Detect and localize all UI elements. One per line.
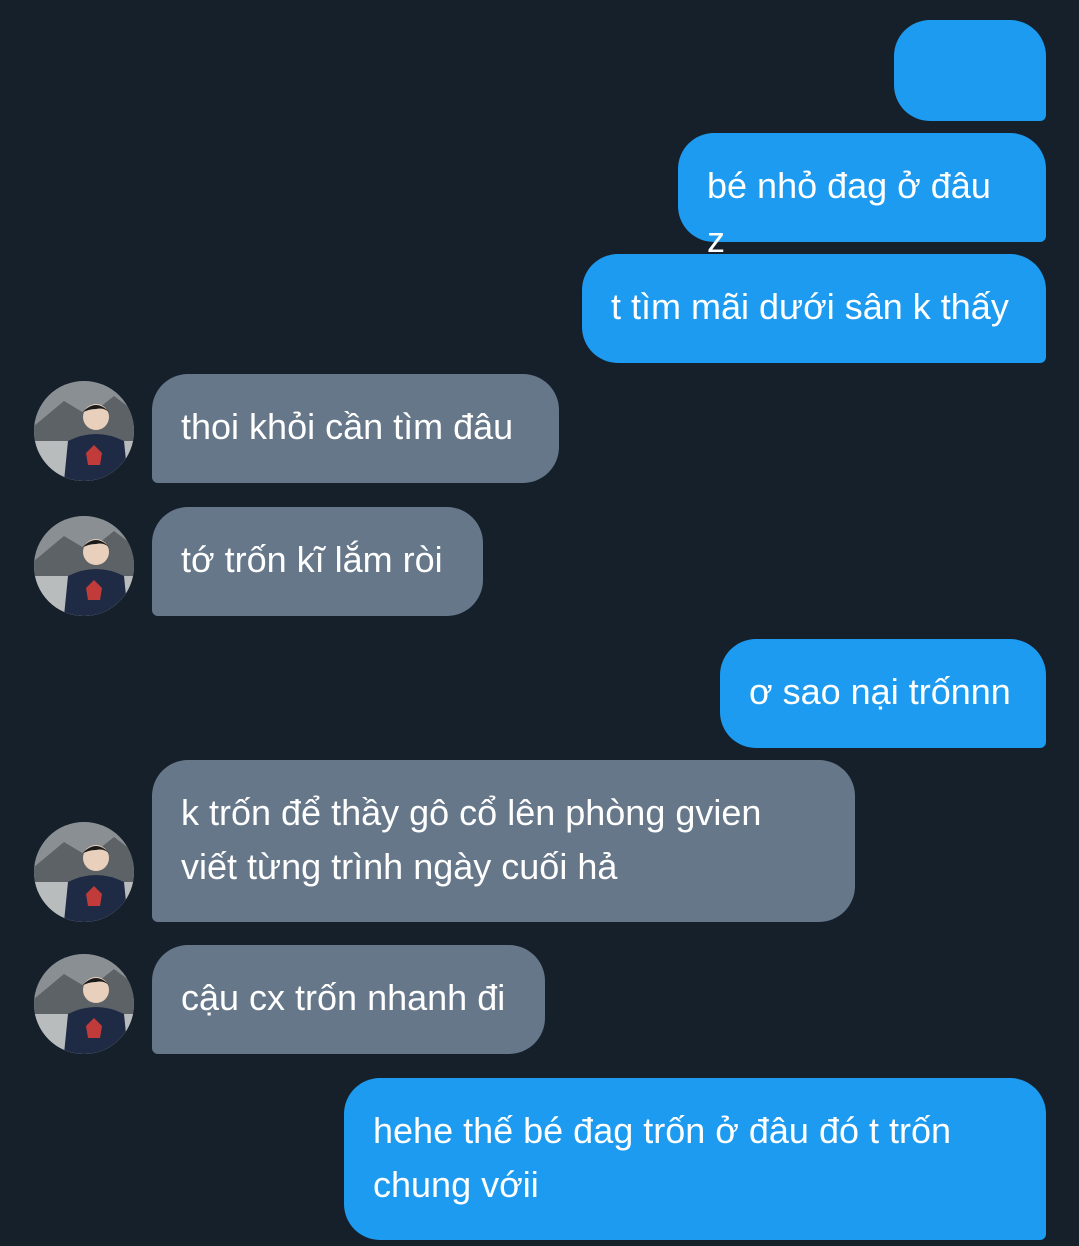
avatar-photo [34,516,134,616]
message-bubble-outgoing[interactable]: hehe thế bé đag trốn ở đâu đó t trốn chu… [344,1078,1046,1240]
message-bubble-incoming[interactable]: thoi khỏi cần tìm đâu [152,374,559,483]
message-bubble-incoming[interactable]: k trốn để thầy gô cổ lên phòng gvien viế… [152,760,855,922]
message-bubble-outgoing[interactable]: bé nhỏ đag ở đâu z [678,133,1046,260]
avatar-photo [34,954,134,1054]
message-bubble-incoming[interactable]: cậu cx trốn nhanh đi [152,945,545,1054]
message-bubble-outgoing[interactable]: ơ sao nại trốnnn [720,639,1046,748]
message-bubble-incoming[interactable]: tớ trốn kĩ lắm ròi [152,507,483,616]
avatar-photo [34,822,134,922]
avatar[interactable] [34,381,134,481]
message-bubble-outgoing[interactable]: t tìm mãi dưới sân k thấy [582,254,1046,363]
avatar[interactable] [34,954,134,1054]
avatar-photo [34,381,134,481]
avatar[interactable] [34,822,134,922]
avatar[interactable] [34,516,134,616]
message-bubble-outgoing-emoji[interactable] [894,20,1046,200]
